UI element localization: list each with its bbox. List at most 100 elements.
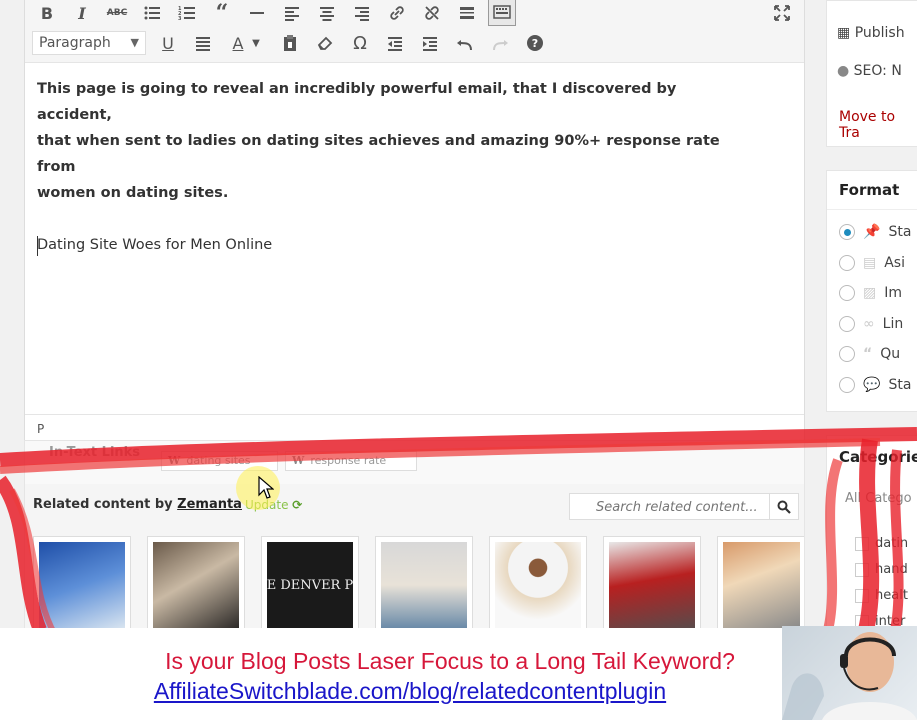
move-to-trash-link[interactable]: Move to Tra (839, 109, 917, 141)
format-option-aside[interactable]: ▤ Asi (839, 253, 905, 273)
fullscreen-icon[interactable] (769, 0, 795, 26)
seo-status-dot-icon: ● (837, 63, 850, 79)
strikethrough-icon[interactable]: ABC (104, 0, 130, 26)
wikipedia-icon: W (168, 454, 181, 467)
format-option-link[interactable]: ∞ Lin (839, 314, 903, 334)
justify-icon[interactable] (190, 30, 216, 56)
mouse-pointer-icon (258, 476, 274, 499)
checkbox[interactable] (855, 562, 869, 577)
blockquote-icon[interactable]: “ (209, 0, 235, 26)
clear-formatting-icon[interactable] (312, 30, 338, 56)
toolbar-toggle-icon[interactable] (488, 0, 516, 26)
search-button[interactable] (769, 494, 798, 519)
intext-links-panel: In-Text Links Wdating sites Wresponse ra… (24, 440, 805, 486)
denver-post-image: E DENVER P (267, 542, 353, 628)
pin-icon: 📌 (863, 224, 881, 240)
editor-toolbar-row-1: B I ABC 123 “ (25, 0, 804, 26)
search-icon (777, 500, 791, 514)
image-icon: ▨ (863, 285, 877, 301)
editor-path-bar: P (25, 414, 804, 441)
wikipedia-icon: W (292, 454, 305, 467)
text-color-icon[interactable]: A (225, 30, 251, 56)
intro-line-3: women on dating sites. (37, 185, 229, 201)
align-center-icon[interactable] (314, 0, 340, 26)
related-content-panel: Related content by Zemanta Update ⟳ E DE… (24, 484, 805, 635)
redo-icon[interactable] (487, 30, 513, 56)
related-thumbnail[interactable] (489, 536, 587, 634)
align-left-icon[interactable] (279, 0, 305, 26)
related-thumbnail[interactable] (603, 536, 701, 634)
all-categories-tab[interactable]: All Catego (845, 491, 912, 506)
paragraph-format-value: Paragraph (39, 35, 111, 51)
categories-box: Categories All Catego datin hand healt i… (826, 435, 917, 637)
help-icon[interactable]: ? (522, 30, 548, 56)
underline-icon[interactable]: U (155, 30, 181, 56)
remove-link-icon[interactable] (419, 0, 445, 26)
divider (827, 209, 917, 210)
editor-content[interactable]: This page is going to reveal an incredib… (37, 76, 737, 258)
publish-date-row: ▦ Publish (837, 25, 905, 41)
related-search-box (569, 493, 799, 521)
svg-text:3: 3 (178, 16, 182, 22)
banner-url-link[interactable]: AffiliateSwitchblade.com/blog/relatedcon… (120, 678, 700, 705)
horizontal-line-icon[interactable] (244, 0, 270, 26)
checkbox[interactable] (855, 536, 869, 551)
keyword-tag[interactable]: Wresponse rate (285, 451, 417, 471)
radio[interactable] (839, 377, 855, 393)
radio[interactable] (839, 346, 855, 362)
related-thumbnail[interactable] (147, 536, 245, 634)
related-thumbnail[interactable] (717, 536, 804, 634)
format-option-standard[interactable]: 📌 Sta (839, 222, 911, 242)
related-search-input[interactable] (570, 494, 788, 521)
chevron-down-icon: ▼ (130, 36, 139, 49)
radio-selected[interactable] (839, 224, 855, 240)
presenter-webcam (782, 626, 917, 720)
seo-status-row: ● SEO: N (837, 63, 902, 79)
svg-text:?: ? (532, 37, 538, 50)
intext-links-title: In-Text Links (49, 445, 141, 460)
outdent-icon[interactable] (382, 30, 408, 56)
text-cursor (37, 236, 38, 256)
numbered-list-icon[interactable]: 123 (174, 0, 200, 26)
text-color-dropdown-icon[interactable]: ▼ (249, 30, 263, 56)
indent-icon[interactable] (417, 30, 443, 56)
categories-title: Categories (839, 448, 917, 466)
presenter-avatar-icon (782, 632, 917, 720)
read-more-icon[interactable] (454, 0, 480, 26)
format-option-image[interactable]: ▨ Im (839, 283, 902, 303)
category-item[interactable]: hand (855, 562, 908, 577)
paragraph-format-select[interactable]: Paragraph ▼ (32, 31, 146, 55)
paste-as-text-icon[interactable] (277, 30, 303, 56)
insert-link-icon[interactable] (384, 0, 410, 26)
zemanta-link[interactable]: Zemanta (177, 497, 242, 512)
post-editor: B I ABC 123 “ Paragraph ▼ U A ▼ Ω ? This… (24, 0, 805, 441)
related-thumbnail[interactable] (33, 536, 131, 634)
refresh-icon: ⟳ (292, 498, 303, 512)
publish-box: ▦ Publish ● SEO: N Move to Tra (826, 0, 917, 147)
link-icon: ∞ (863, 316, 875, 332)
intro-line-2: that when sent to ladies on dating sites… (37, 133, 720, 175)
promo-banner: Is your Blog Posts Laser Focus to a Long… (0, 628, 917, 720)
category-item[interactable]: healt (855, 588, 908, 603)
align-right-icon[interactable] (349, 0, 375, 26)
radio[interactable] (839, 316, 855, 332)
italic-icon[interactable]: I (69, 0, 95, 26)
related-content-title: Related content by Zemanta (33, 497, 242, 512)
bold-icon[interactable]: B (34, 0, 60, 26)
editor-toolbar-row-2: Paragraph ▼ U A ▼ Ω ? (25, 26, 804, 63)
bulleted-list-icon[interactable] (139, 0, 165, 26)
element-path: P (37, 422, 45, 436)
quote-icon: “ (863, 346, 873, 362)
related-thumbnail[interactable] (375, 536, 473, 634)
undo-icon[interactable] (452, 30, 478, 56)
category-item[interactable]: datin (855, 536, 908, 551)
related-thumbnail[interactable]: E DENVER P (261, 536, 359, 634)
radio[interactable] (839, 255, 855, 271)
radio[interactable] (839, 285, 855, 301)
format-option-status[interactable]: 💬 Sta (839, 375, 911, 395)
calendar-icon: ▦ (837, 25, 851, 41)
format-title: Format (839, 181, 900, 199)
checkbox[interactable] (855, 588, 869, 603)
special-character-icon[interactable]: Ω (347, 30, 373, 56)
format-option-quote[interactable]: “Qu (839, 344, 900, 364)
